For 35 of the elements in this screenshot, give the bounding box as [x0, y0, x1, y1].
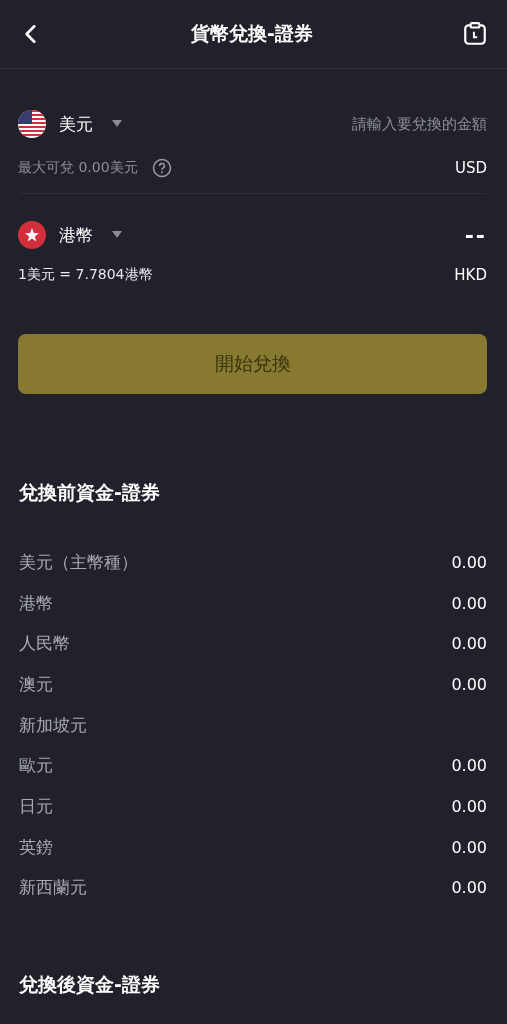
amount-field[interactable]: 請輸入要兌換的金額 — [142, 115, 487, 133]
currency-name: 美元 — [59, 112, 93, 136]
currency-label: 歐元 — [19, 754, 53, 778]
caret-icon — [112, 231, 122, 239]
balance-value: 0.00 — [451, 593, 487, 613]
balance-value: 0.00 — [451, 674, 487, 694]
amount-value: -- — [464, 222, 487, 248]
balance-value: 0.00 — [451, 837, 487, 857]
currency-name: 港幣 — [59, 223, 93, 247]
currency-label: 美元（主幣種） — [19, 550, 138, 574]
page-title: 貨幣兌換-證券 — [191, 21, 313, 46]
currency-code: USD — [454, 159, 487, 177]
us-flag-icon — [18, 110, 46, 138]
balance-value: 0.00 — [451, 796, 487, 816]
balance-value: 0.00 — [451, 552, 487, 572]
history-icon[interactable] — [462, 21, 488, 47]
currency-label: 新西蘭元 — [19, 876, 87, 900]
exchange-rate-text: 1美元 = 7.7804港幣 — [18, 266, 153, 284]
currency-selector[interactable]: 美元 — [18, 110, 122, 138]
help-icon[interactable] — [151, 158, 172, 178]
balance-value: 0.00 — [451, 878, 487, 898]
currency-label: 澳元 — [19, 672, 53, 696]
currency-label: 新加坡元 — [19, 713, 87, 737]
currency-label: 日元 — [19, 794, 53, 818]
section-title: 兌換前資金-證券 — [19, 480, 161, 505]
currency-label: 英鎊 — [19, 835, 53, 859]
currency-label: 港幣 — [19, 591, 53, 615]
caret-icon — [112, 120, 122, 128]
currency-selector[interactable]: 港幣 — [18, 221, 122, 249]
balance-value: 0.00 — [451, 756, 487, 776]
currency-label: 人民幣 — [19, 632, 70, 656]
balance-value: 0.00 — [451, 634, 487, 654]
currency-code: HKD — [454, 266, 487, 284]
max-amount-text: 最大可兌 0.00美元 — [18, 159, 138, 177]
section-title: 兌換後資金-證券 — [19, 972, 161, 998]
